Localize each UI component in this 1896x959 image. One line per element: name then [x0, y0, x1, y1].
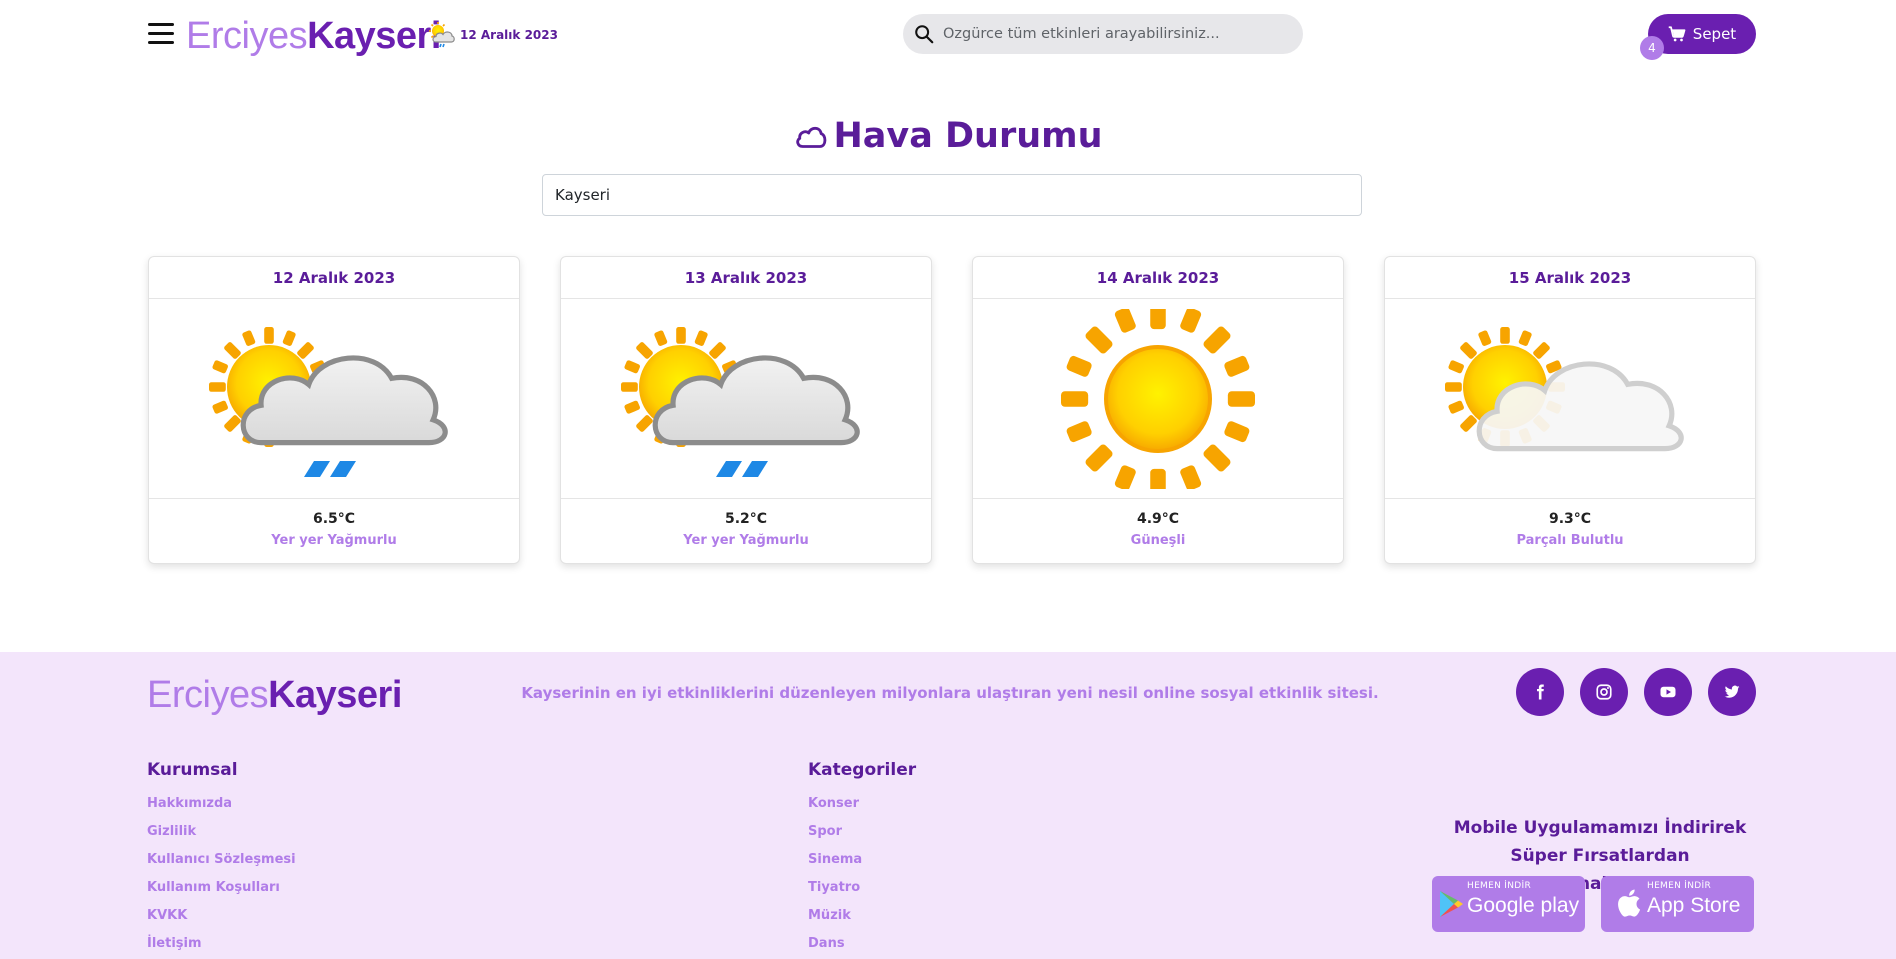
youtube-icon[interactable]	[1644, 668, 1692, 716]
footer-link-muzik[interactable]: Müzik	[808, 902, 916, 930]
page-title: Hava Durumu	[0, 116, 1896, 156]
logo-light-text: Erciyes	[186, 15, 308, 57]
mobile-promo-line-1: Mobile Uygulamamızı İndirirek	[1453, 818, 1747, 838]
footer-link-dans[interactable]: Dans	[808, 930, 916, 958]
footer-logo-bold-text: Kayseri	[268, 674, 402, 716]
social-links	[1516, 668, 1756, 716]
forecast-temperature: 6.5°C	[312, 511, 356, 527]
footer-link-kullanici-sozlesmesi[interactable]: Kullanıcı Sözleşmesi	[147, 846, 296, 874]
forecast-description: Yer yer Yağmurlu	[271, 533, 397, 548]
google-play-small-text: HEMEN İNDİR	[1467, 881, 1532, 891]
forecast-card: 13 Aralık 2023 5.2°C Yer yer Yağmurlu	[560, 256, 932, 564]
city-input[interactable]	[542, 174, 1362, 216]
sun-icon	[1061, 308, 1255, 489]
footer-link-konser[interactable]: Konser	[808, 790, 916, 818]
cart-label: Sepet	[1692, 25, 1737, 43]
site-logo[interactable]: ErciyesKayseri	[186, 13, 441, 59]
header-weather-date: 12 Aralık 2023	[460, 28, 558, 42]
sun-cloud-rain-icon	[621, 326, 906, 477]
apple-icon	[1618, 889, 1641, 917]
search-input[interactable]	[943, 26, 1283, 42]
forecast-card: 12 Aralık 2023 6.5°C Yer yer Yağmurlu	[148, 256, 520, 564]
cart-icon	[1668, 26, 1686, 42]
footer-column-kurumsal: Kurumsal Hakkımızda Gizlilik Kullanıcı S…	[147, 760, 296, 958]
twitter-icon[interactable]	[1708, 668, 1756, 716]
search-icon[interactable]	[913, 23, 935, 45]
cart-count-badge: 4	[1640, 36, 1664, 60]
page-title-text: Hava Durumu	[833, 116, 1103, 156]
app-store-buttons: HEMEN İNDİR Google play HEMEN İNDİR App …	[1432, 876, 1754, 932]
google-play-big-text: Google play	[1467, 894, 1580, 917]
app-store-button[interactable]: HEMEN İNDİR App Store	[1601, 876, 1754, 932]
forecast-date: 15 Aralık 2023	[1385, 257, 1755, 299]
footer-link-tiyatro[interactable]: Tiyatro	[808, 874, 916, 902]
footer-logo[interactable]: ErciyesKayseri	[147, 672, 402, 718]
footer-logo-light-text: Erciyes	[147, 674, 269, 716]
forecast-date: 13 Aralık 2023	[561, 257, 931, 299]
site-footer: ErciyesKayseri Kayserinin en iyi etkinli…	[0, 652, 1896, 959]
forecast-cards: 12 Aralık 2023 6.5°C Yer yer Yağmurlu 13…	[148, 256, 1756, 564]
sun-cloud-rain-icon	[429, 22, 455, 48]
forecast-temperature: 5.2°C	[724, 511, 768, 527]
sun-cloud-rain-icon	[209, 326, 494, 477]
forecast-card: 14 Aralık 2023 4.9°C Güneşli	[972, 256, 1344, 564]
search-bar[interactable]	[903, 14, 1303, 54]
top-navbar: ErciyesKayseri 12 Aralık 2023 Sepet 4	[0, 0, 1896, 70]
app-store-big-text: App Store	[1647, 894, 1741, 917]
logo-bold-text: Kayseri	[307, 15, 441, 57]
footer-link-kvkk[interactable]: KVKK	[147, 902, 296, 930]
footer-link-kullanim-kosullari[interactable]: Kullanım Koşulları	[147, 874, 296, 902]
google-play-button[interactable]: HEMEN İNDİR Google play	[1432, 876, 1585, 932]
facebook-icon[interactable]	[1516, 668, 1564, 716]
forecast-temperature: 9.3°C	[1548, 511, 1592, 527]
forecast-description: Parçalı Bulutlu	[1516, 533, 1624, 548]
forecast-date: 12 Aralık 2023	[149, 257, 519, 299]
footer-link-spor[interactable]: Spor	[808, 818, 916, 846]
forecast-image	[973, 299, 1343, 499]
app-store-small-text: HEMEN İNDİR	[1647, 881, 1712, 891]
forecast-description: Güneşli	[1130, 533, 1186, 548]
forecast-date: 14 Aralık 2023	[973, 257, 1343, 299]
forecast-description: Yer yer Yağmurlu	[683, 533, 809, 548]
menu-icon[interactable]	[148, 22, 176, 46]
google-play-icon	[1440, 891, 1463, 917]
footer-tagline: Kayserinin en iyi etkinliklerini düzenle…	[521, 684, 1379, 702]
sun-cloud-icon	[1445, 326, 1730, 489]
instagram-icon[interactable]	[1580, 668, 1628, 716]
header-weather-widget[interactable]: 12 Aralık 2023	[428, 21, 558, 49]
forecast-temperature: 4.9°C	[1136, 511, 1180, 527]
forecast-card: 15 Aralık 2023 9.3°C Parçalı Bulutlu	[1384, 256, 1756, 564]
footer-column-title: Kategoriler	[808, 760, 917, 780]
footer-link-iletisim[interactable]: İletişim	[147, 930, 296, 958]
forecast-image	[561, 299, 931, 499]
footer-link-gizlilik[interactable]: Gizlilik	[147, 818, 296, 846]
footer-column-kategoriler: Kategoriler Konser Spor Sinema Tiyatro M…	[808, 760, 916, 958]
footer-column-title: Kurumsal	[147, 760, 238, 780]
footer-link-sinema[interactable]: Sinema	[808, 846, 916, 874]
cloud-icon	[796, 126, 827, 148]
cart-button[interactable]: Sepet 4	[1640, 14, 1756, 60]
forecast-image	[1385, 299, 1755, 499]
forecast-image	[149, 299, 519, 499]
footer-link-hakkimizda[interactable]: Hakkımızda	[147, 790, 296, 818]
